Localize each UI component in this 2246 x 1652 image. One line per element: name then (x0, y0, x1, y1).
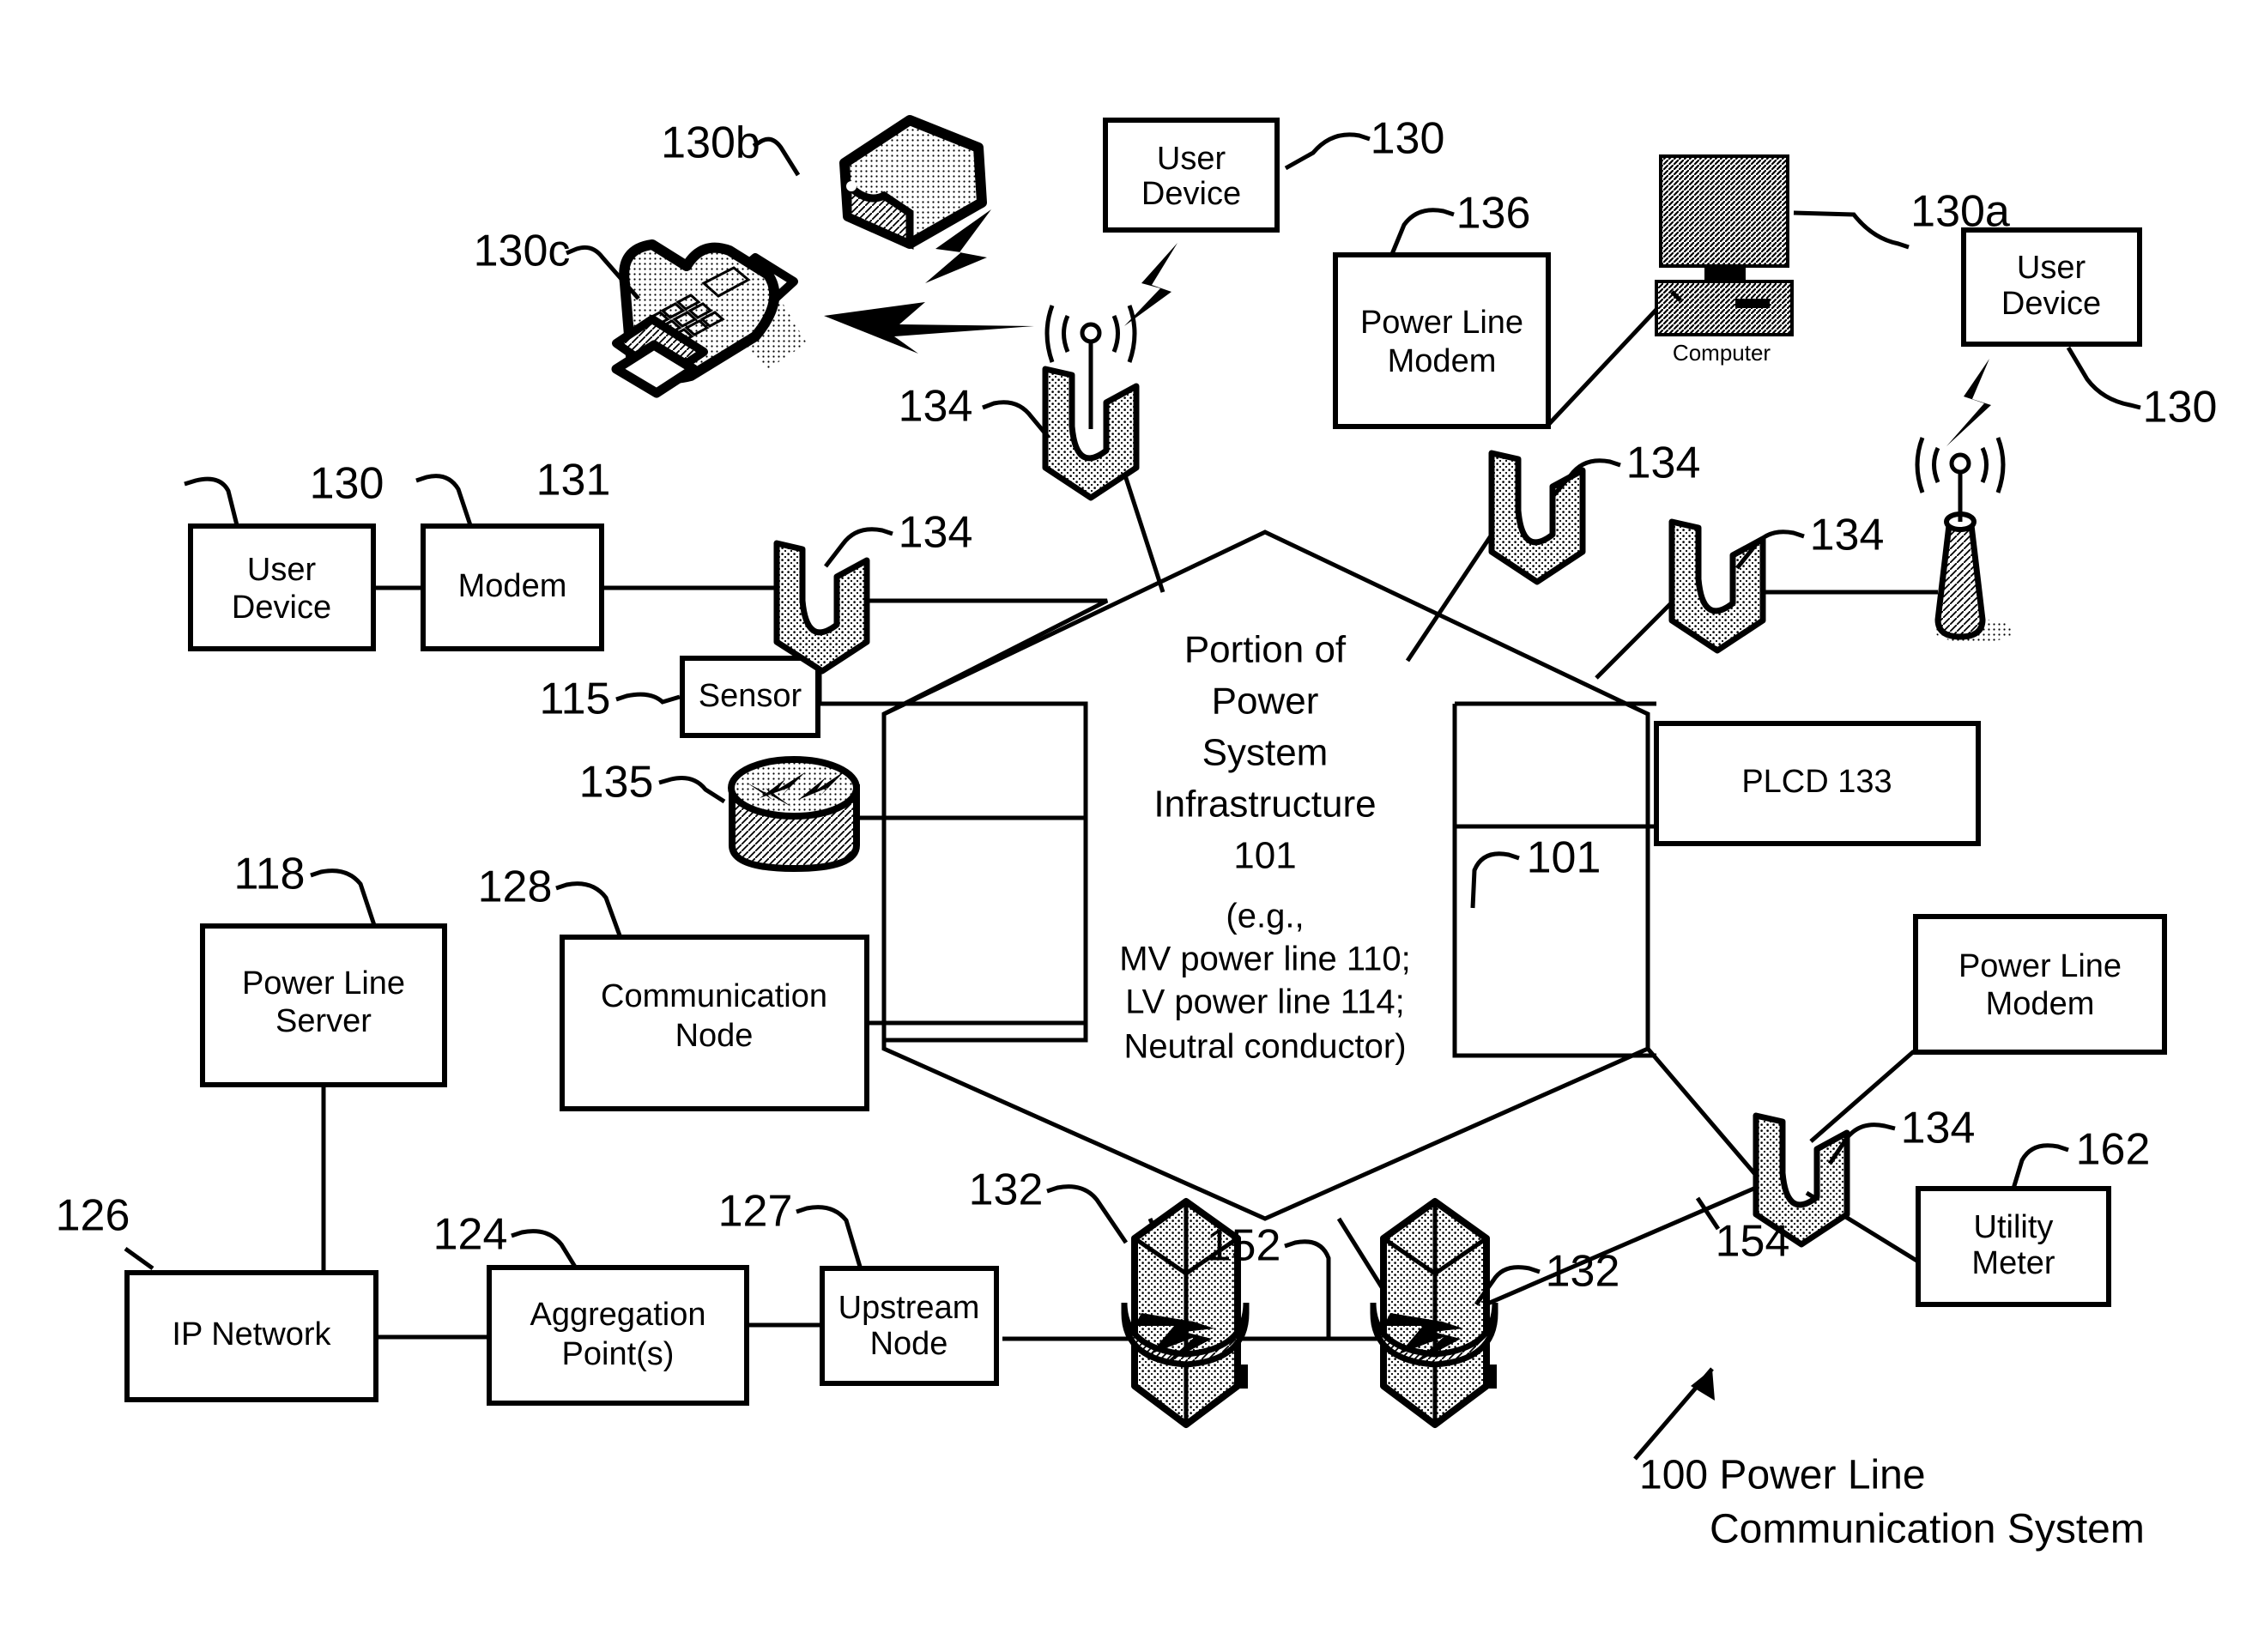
center-line5: 101 (1233, 835, 1296, 877)
computer-icon (1655, 154, 1794, 336)
rf-device-icon-135 (728, 756, 860, 873)
center-line3: System (1202, 732, 1329, 774)
ref-134-br: 134 (1901, 1104, 1976, 1153)
pls-line1: Power Line (242, 965, 405, 1001)
center-eg2: MV power line 110; (1119, 941, 1410, 978)
wireless-tower-icon-right (1763, 437, 2013, 643)
ref-130c: 130c (474, 227, 571, 276)
ipnet-label: IP Network (172, 1316, 331, 1352)
sensor-label: Sensor (699, 678, 802, 714)
ref-162: 162 (2076, 1125, 2151, 1175)
center-eg1: (e.g., (1226, 898, 1304, 935)
utility-meter-line2: Meter (1971, 1245, 2055, 1281)
diagram-svg: User Device Modem Sensor User Device Pow… (56, 114, 2218, 1552)
figure-caption-line2: Communication System (1710, 1507, 2145, 1552)
laptop-device-icon-130b (839, 115, 987, 250)
center-line2: Power (1212, 681, 1319, 723)
ref-130-left: 130 (310, 459, 384, 509)
ref-154: 154 (1716, 1217, 1790, 1267)
user-device-top-line2: Device (1141, 176, 1241, 212)
modem-left-label: Modem (458, 568, 567, 604)
utility-meter-line1: Utility (1974, 1209, 2054, 1245)
center-line1: Portion of (1184, 629, 1347, 671)
plm-right-line1: Power Line (1958, 948, 2122, 984)
upnode-line1: Upstream (838, 1290, 980, 1326)
ref-130-right: 130 (2143, 383, 2218, 433)
computer-caption: Computer (1673, 340, 1771, 366)
ref-127: 127 (718, 1187, 793, 1237)
figure-caption-line1: 100 Power Line (1639, 1453, 1926, 1498)
ref-152: 152 (1207, 1221, 1281, 1271)
ref-134-topright: 134 (1626, 439, 1701, 488)
fax-machine-icon-130c (611, 239, 807, 398)
user-device-left-line2: Device (232, 590, 331, 626)
ref-135: 135 (579, 758, 654, 808)
pls-line2: Server (275, 1003, 372, 1039)
center-eg4: Neutral conductor) (1123, 1028, 1406, 1066)
ref-101-right: 101 (1527, 833, 1601, 883)
center-line4: Infrastructure (1153, 784, 1376, 826)
commnode-line1: Communication (601, 978, 827, 1014)
ref-136: 136 (1456, 189, 1531, 239)
ref-115: 115 (540, 675, 611, 724)
ref-128: 128 (478, 862, 553, 912)
coupler-icon-left (773, 540, 870, 675)
ref-118: 118 (234, 850, 306, 899)
transformer-icon-right (1370, 1198, 1498, 1428)
center-eg3: LV power line 114; (1125, 983, 1404, 1021)
patent-figure-canvas: User Device Modem Sensor User Device Pow… (0, 0, 2246, 1652)
box-aggregation-point[interactable] (487, 1265, 749, 1406)
commnode-line2: Node (675, 1018, 754, 1054)
ref-134-center: 134 (899, 382, 973, 432)
user-device-top-line1: User (1157, 141, 1226, 177)
ref-130-top: 130 (1371, 114, 1445, 164)
user-device-left-line1: User (247, 552, 317, 588)
plm-right-line2: Modem (1986, 986, 2095, 1022)
coupler-icon-topright (1488, 450, 1586, 585)
user-device-right-line1: User (2017, 250, 2086, 286)
ref-134-left: 134 (899, 508, 973, 558)
coupler-icon-right (1668, 518, 1766, 654)
plm-top-line2: Modem (1388, 343, 1497, 379)
upnode-line2: Node (870, 1326, 948, 1362)
ref-126: 126 (56, 1191, 130, 1241)
ref-132-right: 132 (1546, 1247, 1620, 1297)
ref-124: 124 (433, 1210, 508, 1260)
user-device-right-line2: Device (2001, 286, 2101, 322)
plcd-label: PLCD 133 (1741, 764, 1892, 800)
ref-130b: 130b (661, 118, 760, 168)
ref-134-right: 134 (1810, 511, 1885, 560)
aggpt-line1: Aggregation (530, 1297, 706, 1333)
aggpt-line2: Point(s) (562, 1336, 675, 1372)
ref-132-left: 132 (969, 1165, 1044, 1215)
ref-130a: 130a (1910, 187, 2010, 237)
ref-131: 131 (536, 456, 611, 505)
plm-top-line1: Power Line (1360, 305, 1523, 341)
